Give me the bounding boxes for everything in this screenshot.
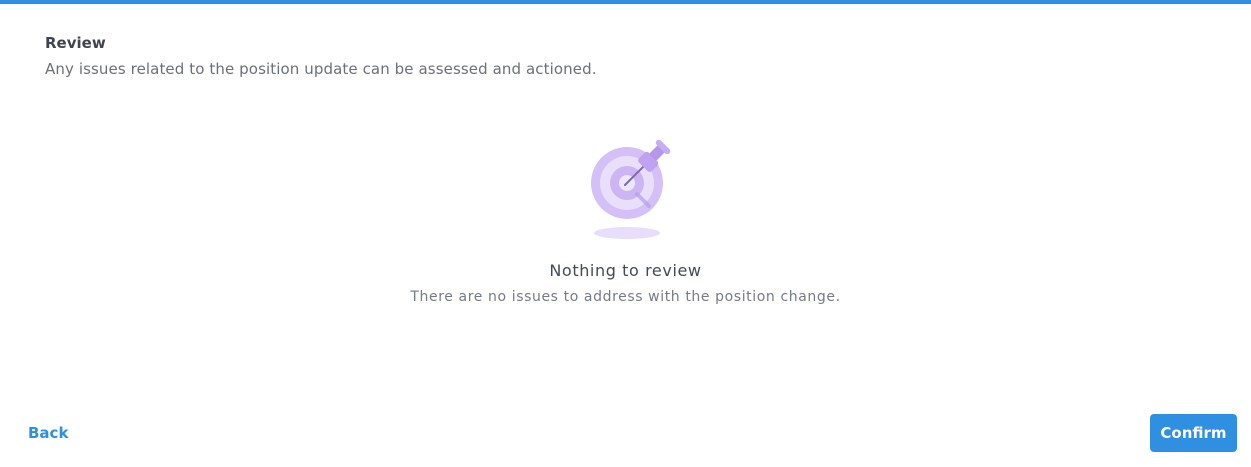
section-title: Review xyxy=(45,34,106,52)
review-step-page: Review Any issues related to the positio… xyxy=(0,0,1251,467)
top-accent-bar xyxy=(0,0,1251,4)
empty-state-title: Nothing to review xyxy=(549,261,702,280)
section-subtitle: Any issues related to the position updat… xyxy=(45,60,597,78)
confirm-button[interactable]: Confirm xyxy=(1150,414,1237,452)
back-button[interactable]: Back xyxy=(16,417,80,449)
empty-state-text: There are no issues to address with the … xyxy=(410,289,841,305)
pin-target-icon xyxy=(585,134,675,244)
